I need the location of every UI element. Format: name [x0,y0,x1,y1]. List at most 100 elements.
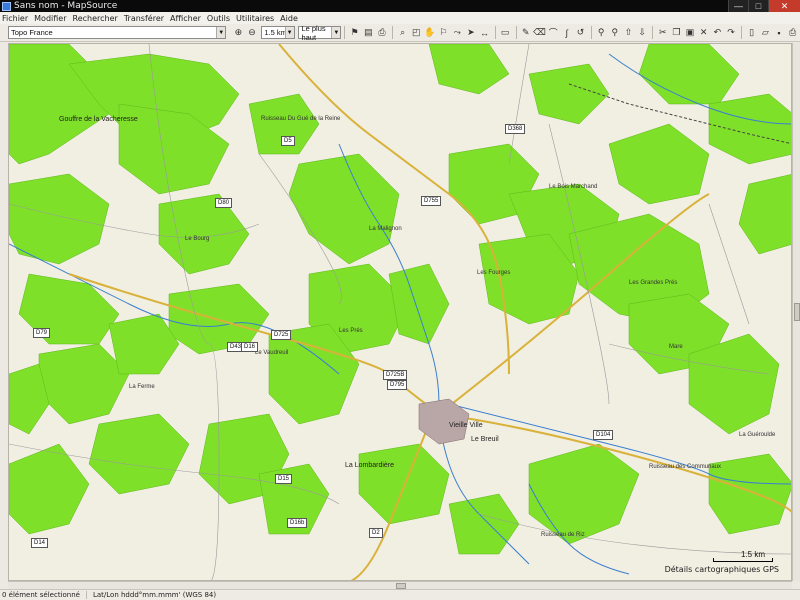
zoom-in-icon[interactable]: ⊕ [232,26,245,39]
map-product-select[interactable]: Topo France ▼ [8,26,227,39]
scale-bar-label: 1.5 km [740,550,765,559]
zoom-tool-icon[interactable]: ⌕ [396,26,409,39]
cut-icon[interactable]: ✂ [656,26,669,39]
vertical-scroll-thumb[interactable] [794,303,800,321]
road-shield: D80 [215,198,233,208]
map-view[interactable]: Gouffre de la Vacheresse La Malignon Rui… [8,43,792,581]
paste-icon[interactable]: ▣ [684,26,697,39]
road-shield: D368 [505,124,526,134]
place-label: Gouffre de la Vacheresse [59,116,138,123]
road-shield: D725B [383,370,408,380]
place-label: La Lombardière [345,462,395,469]
track-erase-icon[interactable]: ⌫ [533,26,546,39]
find-poi-icon[interactable]: ⚲ [608,26,621,39]
ruler-icon[interactable]: ▭ [499,26,512,39]
place-label: Vieille Ville [449,422,483,429]
minimize-button[interactable]: — [728,0,748,12]
maximize-button[interactable]: □ [748,0,768,12]
road-shield: D79 [33,328,51,338]
distance-tool-icon[interactable]: ↔ [478,26,491,39]
copy-icon[interactable]: ❐ [670,26,683,39]
zoom-scale-select[interactable]: 1.5 km ▼ [261,26,295,39]
menu-file[interactable]: Fichier [2,14,28,23]
map-product-value: Topo France [11,28,53,37]
place-label: Le Vaudreuil [255,350,289,356]
menu-search[interactable]: Rechercher [73,14,118,23]
save-file-icon[interactable]: ▪ [773,26,786,39]
detail-level-select[interactable]: Le plus haut ▼ [298,24,342,42]
place-label: La Ferme [129,384,155,390]
status-bar: 0 élément sélectionné Lat/Lon hddd°mm.mm… [0,589,800,600]
map-layers-icon[interactable]: ▤ [362,26,375,39]
menu-tools[interactable]: Outils [207,14,230,23]
close-button[interactable]: ✕ [768,0,800,12]
chevron-down-icon: ▼ [216,27,226,38]
road-shield: D795 [387,380,408,390]
toolbar-separator [344,26,346,39]
track-draw-icon[interactable]: ✎ [519,26,532,39]
delete-icon[interactable]: ✕ [697,26,710,39]
chevron-down-icon: ▼ [284,27,294,38]
coordinate-format: Lat/Lon hddd°mm.mmm' (WGS 84) [92,591,217,599]
waypoint-tool-icon[interactable]: ⚐ [437,26,450,39]
select-tool-icon[interactable]: ◰ [410,26,423,39]
place-label: Le Bois Marchand [549,184,598,190]
road-shield: D725 [271,330,292,340]
road-shield: D755 [421,196,442,206]
place-label: Le Breuil [471,436,499,443]
road-shield: D2 [369,528,383,538]
pointer-tool-icon[interactable]: ➤ [465,26,478,39]
find-icon[interactable]: ⚲ [595,26,608,39]
road-shield: D104 [593,430,614,440]
toolbar-separator [392,26,394,39]
toolbar: Topo France ▼ ⊕ ⊖ 1.5 km ▼ Le plus haut … [0,24,800,42]
road-shield: D15 [275,474,293,484]
toolbar-separator [515,26,517,39]
menu-utilities[interactable]: Utilitaires [236,14,274,23]
vertical-scrollbar[interactable] [792,43,800,581]
chevron-down-icon: ▼ [331,27,341,38]
track-split-icon[interactable]: ∫ [561,26,574,39]
map-scale-bar: 1.5 km [713,550,773,562]
send-to-device-icon[interactable]: ⇧ [622,26,635,39]
redo-icon[interactable]: ↷ [725,26,738,39]
toolbar-separator [590,26,592,39]
receive-from-device-icon[interactable]: ⇩ [636,26,649,39]
horizontal-scrollbar[interactable] [8,581,792,589]
toolbar-separator [741,26,743,39]
zoom-out-icon[interactable]: ⊖ [246,26,259,39]
place-label: Les Prés [339,328,363,334]
map-attribution: Détails cartographiques GPS [664,565,779,574]
road-shield: D14 [31,538,49,548]
map-print-icon[interactable]: ⎙ [376,26,389,39]
menu-transfer[interactable]: Transférer [124,14,164,23]
menu-help[interactable]: Aide [280,14,298,23]
hand-tool-icon[interactable]: ✋ [424,26,437,39]
toolbar-separator [494,26,496,39]
place-label: Le Bourg [185,236,210,242]
undo-icon[interactable]: ↶ [711,26,724,39]
road-shield: D16b [287,518,308,528]
road-shield: D16 [241,342,259,352]
menu-view[interactable]: Afficher [170,14,201,23]
place-label: Mare [669,344,683,350]
place-label: Ruisseau de Riz [541,532,585,538]
new-file-icon[interactable]: ▯ [745,26,758,39]
place-label: La Malignon [369,226,402,232]
place-label: Ruisseau Du Gué de la Reine [261,116,341,122]
window-controls: — □ ✕ [728,0,800,12]
menu-edit[interactable]: Modifier [34,14,66,23]
place-label: Ruisseau des Communaux [649,464,722,470]
open-file-icon[interactable]: ▱ [759,26,772,39]
place-label: Les Fourges [477,270,511,276]
zoom-scale-value: 1.5 km [264,28,287,37]
place-label: Les Grandes Prés [629,280,678,286]
toolbar-separator [652,26,654,39]
map-flag-icon[interactable]: ⚑ [348,26,361,39]
map-canvas[interactable] [9,44,792,581]
app-icon [2,1,11,11]
track-reverse-icon[interactable]: ↺ [574,26,587,39]
print-icon[interactable]: ⎙ [786,26,799,39]
route-tool-icon[interactable]: ⤳ [451,26,464,39]
track-join-icon[interactable]: ⌒ [547,26,560,39]
